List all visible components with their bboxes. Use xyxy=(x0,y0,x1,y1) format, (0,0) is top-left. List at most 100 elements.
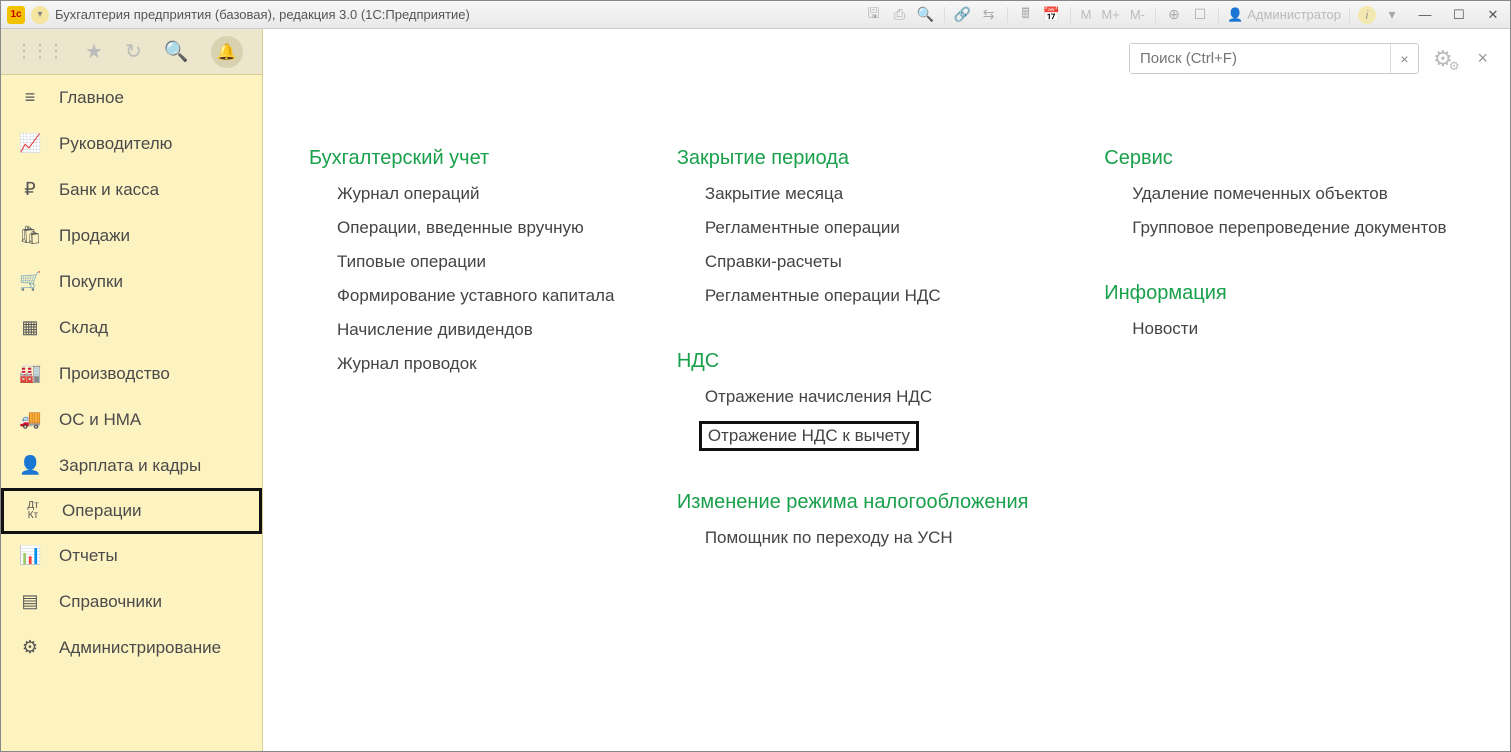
sidebar-item-warehouse[interactable]: ▦ Склад xyxy=(1,305,262,351)
star-icon[interactable]: ★ xyxy=(85,39,103,64)
zoom-icon[interactable]: ⊕ xyxy=(1164,5,1184,25)
history-icon[interactable]: ↻ xyxy=(125,39,142,64)
link-vat-deduction[interactable]: Отражение НДС к вычету xyxy=(699,421,919,451)
sidebar-item-assets[interactable]: 🚚 ОС и НМА xyxy=(1,397,262,443)
column-closing: Закрытие периода Закрытие месяца Регламе… xyxy=(677,147,1104,562)
titlebar-tools: 🖫 ⎙ 🔍 🔗 ⇆ 🖩 📅 M M+ M- ⊕ ☐ 👤 Администратор… xyxy=(864,5,1504,25)
link-group-repost[interactable]: Групповое перепроведение документов xyxy=(1132,218,1482,238)
link-delete-marked[interactable]: Удаление помеченных объектов xyxy=(1132,184,1482,204)
content-toolbar: × ⚙⚙ × xyxy=(1129,43,1488,74)
search-box: × xyxy=(1129,43,1419,74)
sidebar-item-label: Главное xyxy=(59,88,124,108)
sidebar-item-label: Производство xyxy=(59,364,170,384)
section-title-information: Информация xyxy=(1104,282,1482,305)
link-capital-formation[interactable]: Формирование уставного капитала xyxy=(337,286,677,306)
print-icon[interactable]: ⎙ xyxy=(890,5,910,25)
search-input[interactable] xyxy=(1130,44,1390,73)
user-label: Администратор xyxy=(1247,7,1341,22)
sidebar-item-label: Администрирование xyxy=(59,638,221,658)
boxes-icon: ▦ xyxy=(19,317,41,338)
print-preview-icon[interactable]: 🔍 xyxy=(916,5,936,25)
link-calc-reports[interactable]: Справки-расчеты xyxy=(705,252,1104,272)
sidebar-item-label: Продажи xyxy=(59,226,130,246)
sidebar-item-production[interactable]: 🏭 Производство xyxy=(1,351,262,397)
bell-icon[interactable]: 🔔 xyxy=(211,36,243,68)
link-dividends[interactable]: Начисление дивидендов xyxy=(337,320,677,340)
cart-icon: 🛒 xyxy=(19,271,41,292)
memory-m[interactable]: M xyxy=(1079,7,1094,22)
link-month-close[interactable]: Закрытие месяца xyxy=(705,184,1104,204)
link-usn-assistant[interactable]: Помощник по переходу на УСН xyxy=(705,528,1104,548)
section-title-accounting: Бухгалтерский учет xyxy=(309,147,677,170)
calendar-icon[interactable]: 📅 xyxy=(1042,5,1062,25)
truck-icon: 🚚 xyxy=(19,409,41,430)
bag-icon: 🛍 xyxy=(19,225,41,246)
link-icon[interactable]: 🔗 xyxy=(953,5,973,25)
column-accounting: Бухгалтерский учет Журнал операций Опера… xyxy=(309,147,677,562)
menu-hamburger-icon: ≡ xyxy=(19,87,41,108)
section-title-service: Сервис xyxy=(1104,147,1482,170)
sections-columns: Бухгалтерский учет Журнал операций Опера… xyxy=(291,147,1482,562)
books-icon: ▤ xyxy=(19,591,41,612)
sidebar-item-bank[interactable]: ₽ Банк и касса xyxy=(1,167,262,213)
barchart-icon: 📊 xyxy=(19,545,41,566)
sidebar-item-salary[interactable]: 👤Зарплата и кадры xyxy=(1,443,262,489)
gear-icon: ⚙ xyxy=(19,637,41,658)
link-reg-operations[interactable]: Регламентные операции xyxy=(705,218,1104,238)
sidebar-item-label: Руководителю xyxy=(59,134,172,154)
search-icon[interactable]: 🔍 xyxy=(164,39,189,64)
sidebar-item-label: Отчеты xyxy=(59,546,118,566)
dropdown-chevron-icon[interactable]: ▾ xyxy=(31,6,49,24)
apps-icon[interactable]: ⋮⋮⋮ xyxy=(15,41,63,62)
save-icon[interactable]: 🖫 xyxy=(864,5,884,25)
info-icon[interactable]: i xyxy=(1358,6,1376,24)
settings-icon[interactable]: ⚙⚙ xyxy=(1433,46,1464,72)
sidebar-item-operations[interactable]: ДтКт Операции xyxy=(1,488,262,534)
chart-trend-icon: 📈 xyxy=(19,133,41,154)
info-chevron-icon[interactable]: ▾ xyxy=(1382,5,1402,25)
link-vat-accrual[interactable]: Отражение начисления НДС xyxy=(705,387,1104,407)
link-typical-operations[interactable]: Типовые операции xyxy=(337,252,677,272)
close-panel-button[interactable]: × xyxy=(1477,48,1488,69)
user-icon: 👤 xyxy=(1227,7,1243,23)
sidebar-item-label: Операции xyxy=(62,501,142,521)
search-clear-button[interactable]: × xyxy=(1390,44,1418,73)
panel-icon[interactable]: ☐ xyxy=(1190,5,1210,25)
section-title-period-close: Закрытие периода xyxy=(677,147,1104,170)
maximize-button[interactable]: ☐ xyxy=(1448,6,1470,24)
sidebar-item-label: Склад xyxy=(59,318,108,338)
window-title: Бухгалтерия предприятия (базовая), редак… xyxy=(55,7,470,22)
minimize-button[interactable]: — xyxy=(1414,6,1436,24)
app-body: ⋮⋮⋮ ★ ↻ 🔍 🔔 ≡ Главное 📈 Руководителю ₽ Банк… xyxy=(1,29,1510,751)
ruble-icon: ₽ xyxy=(19,179,41,200)
calculator-icon[interactable]: 🖩 xyxy=(1016,5,1036,25)
app-logo-icon: 1c xyxy=(7,6,25,24)
sidebar-item-purchases[interactable]: 🛒 Покупки xyxy=(1,259,262,305)
sidebar-item-reports[interactable]: 📊 Отчеты xyxy=(1,533,262,579)
sidebar-toolbar: ⋮⋮⋮ ★ ↻ 🔍 🔔 xyxy=(1,29,262,75)
sidebar-item-main[interactable]: ≡ Главное xyxy=(1,75,262,121)
sidebar-item-sales[interactable]: 🛍 Продажи xyxy=(1,213,262,259)
link-journal-operations[interactable]: Журнал операций xyxy=(337,184,677,204)
user-menu[interactable]: 👤 Администратор xyxy=(1227,7,1341,23)
sidebar-item-manager[interactable]: 📈 Руководителю xyxy=(1,121,262,167)
link-journal-entries[interactable]: Журнал проводок xyxy=(337,354,677,374)
link-manual-operations[interactable]: Операции, введенные вручную xyxy=(337,218,677,238)
memory-mplus[interactable]: M+ xyxy=(1099,7,1121,22)
compare-icon[interactable]: ⇆ xyxy=(979,5,999,25)
link-news[interactable]: Новости xyxy=(1132,319,1482,339)
sidebar-item-catalogs[interactable]: ▤ Справочники xyxy=(1,579,262,625)
sidebar-item-label: Банк и касса xyxy=(59,180,159,200)
column-service: Сервис Удаление помеченных объектов Груп… xyxy=(1104,147,1482,562)
sidebar-item-label: ОС и НМА xyxy=(59,410,141,430)
sidebar-item-admin[interactable]: ⚙ Администрирование xyxy=(1,625,262,671)
link-reg-operations-vat[interactable]: Регламентные операции НДС xyxy=(705,286,1104,306)
dtkt-icon: ДтКт xyxy=(22,501,44,521)
close-window-button[interactable]: ✕ xyxy=(1482,6,1504,24)
factory-icon: 🏭 xyxy=(19,363,41,384)
section-title-vat: НДС xyxy=(677,350,1104,373)
person-icon: 👤 xyxy=(19,455,41,476)
sidebar-item-label: Справочники xyxy=(59,592,162,612)
sidebar-item-label: Покупки xyxy=(59,272,123,292)
memory-mminus[interactable]: M- xyxy=(1128,7,1147,22)
